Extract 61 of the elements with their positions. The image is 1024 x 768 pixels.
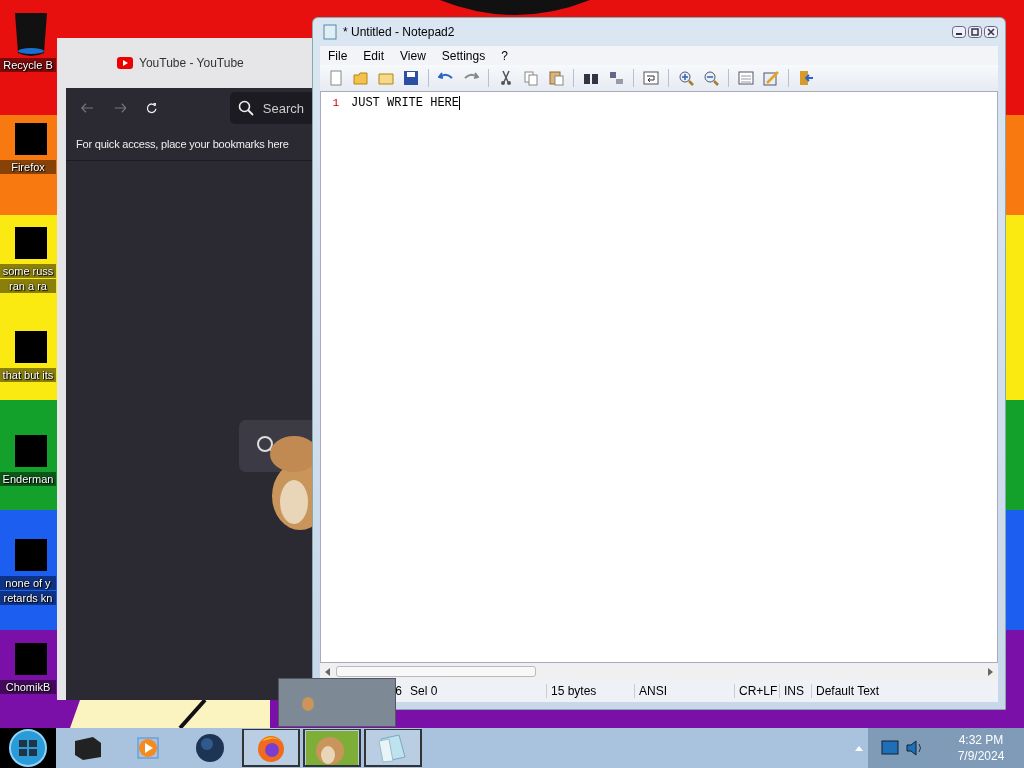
menu-item[interactable]: Settings xyxy=(433,48,494,63)
icon-label: Firefox xyxy=(0,160,56,174)
scroll-right-icon[interactable] xyxy=(986,667,994,676)
menu-item[interactable]: ? xyxy=(493,48,516,63)
icon-label: retards kn xyxy=(0,591,56,605)
zoom-in-icon[interactable] xyxy=(678,70,694,86)
reload-icon[interactable] xyxy=(146,100,158,116)
icon-label: Enderman xyxy=(0,472,56,486)
status-field: 6 xyxy=(320,684,406,698)
window-title: * Untitled - Notepad2 xyxy=(343,25,455,39)
status-field: 15 bytes xyxy=(547,684,635,698)
zoom-out-icon[interactable] xyxy=(703,70,719,86)
text-line[interactable]: JUST WRITE HERE xyxy=(351,96,460,110)
taskbar-button[interactable] xyxy=(364,729,422,767)
status-field: ANSI xyxy=(635,684,735,698)
play-icon xyxy=(137,736,161,760)
taskbar-button[interactable] xyxy=(242,729,300,767)
video-logo-icon xyxy=(117,57,133,69)
line-number: 1 xyxy=(332,96,339,110)
search-icon xyxy=(237,100,254,116)
icon-label: Recycle B xyxy=(0,58,56,72)
status-field: CR+LF xyxy=(735,684,780,698)
back-icon[interactable] xyxy=(81,101,94,115)
tab-title[interactable]: YouTube - YouTube xyxy=(139,56,244,70)
icon-label: none of y xyxy=(0,576,56,590)
hamster-icon xyxy=(301,694,315,711)
icon-label: some russ xyxy=(0,264,56,278)
copy-icon[interactable] xyxy=(523,70,539,86)
menu-item[interactable]: File xyxy=(320,48,356,63)
exit-icon[interactable] xyxy=(798,70,814,86)
forward-icon[interactable] xyxy=(113,101,127,115)
horizontal-scrollbar[interactable] xyxy=(320,663,998,680)
paste-icon[interactable] xyxy=(548,70,564,86)
scroll-left-icon[interactable] xyxy=(324,667,332,676)
icon-label: that but its xyxy=(0,368,56,382)
menu-item[interactable]: Edit xyxy=(355,48,393,63)
icon-label: ChomikB xyxy=(0,680,56,694)
wrap-icon[interactable] xyxy=(643,70,659,86)
notepad-icon xyxy=(323,24,337,40)
notepad-icon xyxy=(377,732,409,763)
search-field[interactable]: Search xyxy=(229,92,312,124)
status-field: Sel 0 xyxy=(406,684,547,698)
box-icon xyxy=(73,735,103,761)
taskbar-button[interactable] xyxy=(303,729,361,767)
menu-item[interactable]: View xyxy=(392,48,434,63)
status-field: INS xyxy=(780,684,812,698)
edit-icon[interactable] xyxy=(763,70,779,86)
icon-label: ran a ra xyxy=(0,279,56,293)
maximize-button[interactable] xyxy=(968,26,982,38)
close-button[interactable] xyxy=(984,26,998,38)
view-icon[interactable] xyxy=(738,70,754,86)
start-button[interactable] xyxy=(8,728,48,768)
status-field: Default Text xyxy=(812,684,998,698)
globe-icon xyxy=(195,733,225,763)
monitor-icon[interactable] xyxy=(881,739,901,757)
minimize-button[interactable] xyxy=(952,26,966,38)
hamster-icon xyxy=(306,730,358,765)
save-icon[interactable] xyxy=(403,70,419,86)
cut-icon[interactable] xyxy=(498,70,514,86)
open-icon[interactable] xyxy=(353,70,369,86)
bookmarks-hint: For quick access, place your bookmarks here xyxy=(76,138,289,150)
